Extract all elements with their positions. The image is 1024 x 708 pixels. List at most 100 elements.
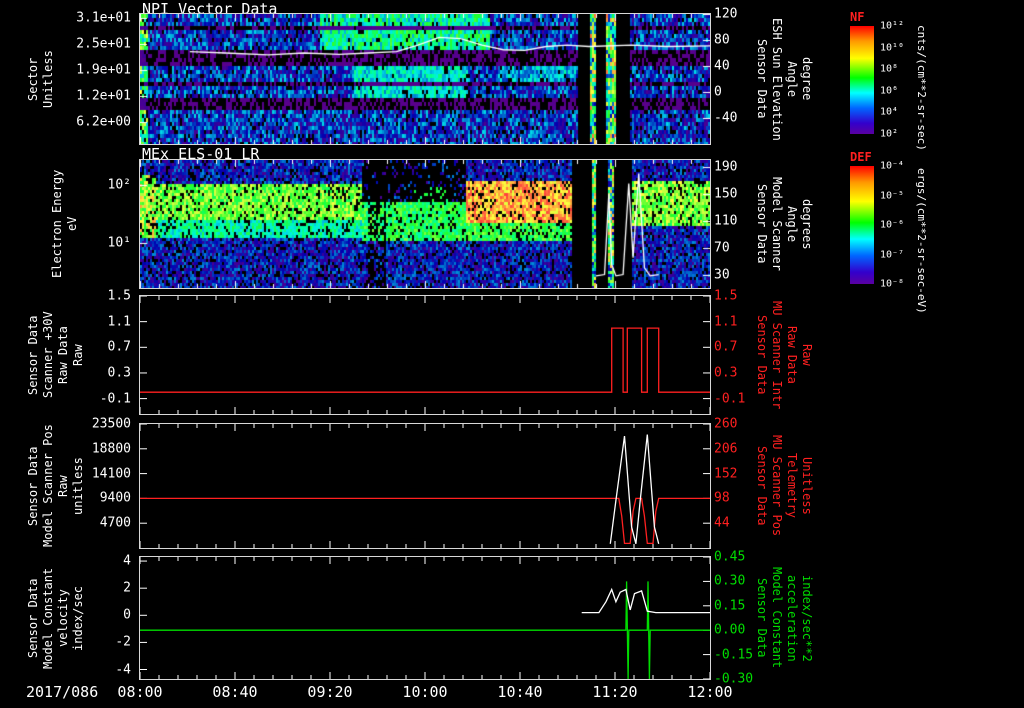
axis-label-line: MU Scanner Pos xyxy=(770,435,784,537)
tick-label: 10⁻⁷ xyxy=(880,249,905,260)
tick-label: 10⁻⁶ xyxy=(880,219,905,231)
els-spectrogram-plot xyxy=(139,159,711,289)
tick-label: 1.2e+01 xyxy=(76,88,131,104)
tick-label: 23500 xyxy=(91,416,131,432)
x-tick-label: 12:00 xyxy=(687,683,733,701)
tick-label: 10⁻⁸ xyxy=(880,278,905,290)
tick-label: 1.1 xyxy=(714,314,738,330)
p5-left-ticks: 4 2 0 -2 -4 xyxy=(0,553,136,679)
p4-right-ticks: 260 206 152 98 44 xyxy=(714,417,760,548)
model-constant-plot xyxy=(139,556,711,680)
axis-label-line: Raw Data xyxy=(785,326,799,384)
axis-label-line: index/sec**2 xyxy=(800,574,814,662)
npi-right-ticks: 120 80 40 0 -40 xyxy=(714,7,760,144)
def-colorbar xyxy=(850,166,874,284)
tick-label: 4 xyxy=(123,553,131,569)
tick-label: 0.3 xyxy=(107,365,131,381)
tick-label: 0.00 xyxy=(714,622,746,638)
els-right-axis-label: Sensor Data Model Scanner Angle degrees xyxy=(754,160,814,288)
def-colorbar-name: DEF xyxy=(850,150,872,164)
p3-right-axis-label: Sensor Data MU Scanner Intr Raw Data Raw xyxy=(754,296,814,414)
tick-label: -40 xyxy=(714,110,738,126)
axis-label-line: Model Scanner xyxy=(770,177,784,271)
tick-label: 10² xyxy=(880,128,899,140)
tick-label: 1.1 xyxy=(107,314,131,330)
tick-label: 10⁻⁴ xyxy=(880,160,905,172)
tick-label: 0 xyxy=(123,607,131,623)
x-axis: 2017/086 08:00 08:40 09:20 10:00 10:40 11:20 1… xyxy=(0,683,1024,705)
tick-label: 10⁸ xyxy=(880,63,899,75)
scanner-pos-plot xyxy=(139,423,711,549)
tick-label: 190 xyxy=(714,159,738,175)
tick-label: 0.30 xyxy=(714,573,746,589)
tick-label: -0.15 xyxy=(714,647,754,663)
tick-label: 3.1e+01 xyxy=(76,10,131,26)
p4-right-axis-label: Sensor Data MU Scanner Pos Telemetry Unitle… xyxy=(754,424,814,548)
axis-label-line: ESH Sun Elevation xyxy=(770,17,784,141)
axis-label-line: acceleration xyxy=(785,574,799,662)
tick-label: 10⁴ xyxy=(880,106,899,118)
tick-label: 206 xyxy=(714,441,738,457)
npi-right-axis-label: Sensor Data ESH Sun Elevation Angle degree xyxy=(754,14,814,144)
nf-colorbar xyxy=(850,26,874,134)
nf-colorbar-name: NF xyxy=(850,10,865,24)
tick-label: 70 xyxy=(714,240,730,256)
tick-label: 10¹ xyxy=(107,235,131,251)
tick-label: -2 xyxy=(115,634,131,650)
tick-label: 10⁻⁵ xyxy=(880,190,905,201)
axis-label-line: Model Constant xyxy=(770,567,784,669)
x-tick-label: 08:00 xyxy=(117,683,163,701)
p3-left-ticks: 1.5 1.1 0.7 0.3 -0.1 xyxy=(0,289,136,414)
tick-label: 6.2e+00 xyxy=(76,114,131,130)
els-left-ticks: 10² 10¹ xyxy=(0,160,136,288)
tick-label: 44 xyxy=(714,515,730,531)
tick-label: 2.5e+01 xyxy=(76,36,131,52)
p5-right-ticks: 0.45 0.30 0.15 0.00 -0.15 -0.30 xyxy=(714,550,760,687)
tick-label: 1.9e+01 xyxy=(76,62,131,78)
x-tick-label: 09:20 xyxy=(307,683,353,701)
axis-label-line: Angle xyxy=(785,60,799,98)
date-label: 2017/086 xyxy=(26,683,99,701)
tick-label: 10² xyxy=(107,177,131,193)
tick-label: 80 xyxy=(714,32,730,48)
mu-scanner-raw-plot xyxy=(139,295,711,415)
axis-label-line: Raw xyxy=(800,344,814,366)
tick-label: 2 xyxy=(123,580,131,596)
p5-right-axis-label: Sensor Data Model Constant acceleration ind… xyxy=(754,557,814,679)
axis-label-line: degrees xyxy=(800,198,814,250)
x-tick-label: 08:40 xyxy=(212,683,258,701)
tick-label: 10¹² xyxy=(880,20,905,32)
axis-label-line: MU Scanner Intr xyxy=(770,300,784,410)
tick-label: 0.7 xyxy=(714,339,738,355)
tick-label: 150 xyxy=(714,186,738,202)
axis-label-line: Angle xyxy=(785,205,799,243)
x-tick-label: 11:20 xyxy=(592,683,638,701)
tick-label: 9400 xyxy=(99,490,131,506)
tick-label: 152 xyxy=(714,466,738,482)
npi-left-ticks: 3.1e+01 2.5e+01 1.9e+01 1.2e+01 6.2e+00 xyxy=(0,10,136,144)
els-right-ticks: 190 150 110 70 30 xyxy=(714,159,760,288)
figure-root: NPI Vector Data MEx ELS-01 LR Sector Unit… xyxy=(0,0,1024,708)
tick-label: 0.45 xyxy=(714,549,746,565)
tick-label: -0.1 xyxy=(99,391,131,407)
tick-label: 0.7 xyxy=(107,339,131,355)
tick-label: 120 xyxy=(714,6,738,22)
axis-label-line: Unitless xyxy=(800,457,814,515)
tick-label: 0.15 xyxy=(714,598,746,614)
def-colorbar-units: ergs/(cm**2-sr-sec-eV) xyxy=(914,168,928,314)
tick-label: 18800 xyxy=(91,441,131,457)
tick-label: 1.5 xyxy=(714,288,738,304)
nf-colorbar-units: cnts/(cm**2-sr-sec) xyxy=(914,25,928,151)
axis-label-line: Telemetry xyxy=(785,453,799,519)
tick-label: 40 xyxy=(714,58,730,74)
tick-label: 0.3 xyxy=(714,365,738,381)
tick-label: 1.5 xyxy=(107,288,131,304)
tick-label: 30 xyxy=(714,267,730,283)
tick-label: 0 xyxy=(714,84,722,100)
tick-label: -4 xyxy=(115,662,131,677)
npi-spectrogram-plot xyxy=(139,13,711,145)
x-tick-label: 10:00 xyxy=(402,683,448,701)
x-tick-label: 10:40 xyxy=(497,683,543,701)
tick-label: 10⁶ xyxy=(880,85,899,97)
tick-label: 110 xyxy=(714,213,738,229)
